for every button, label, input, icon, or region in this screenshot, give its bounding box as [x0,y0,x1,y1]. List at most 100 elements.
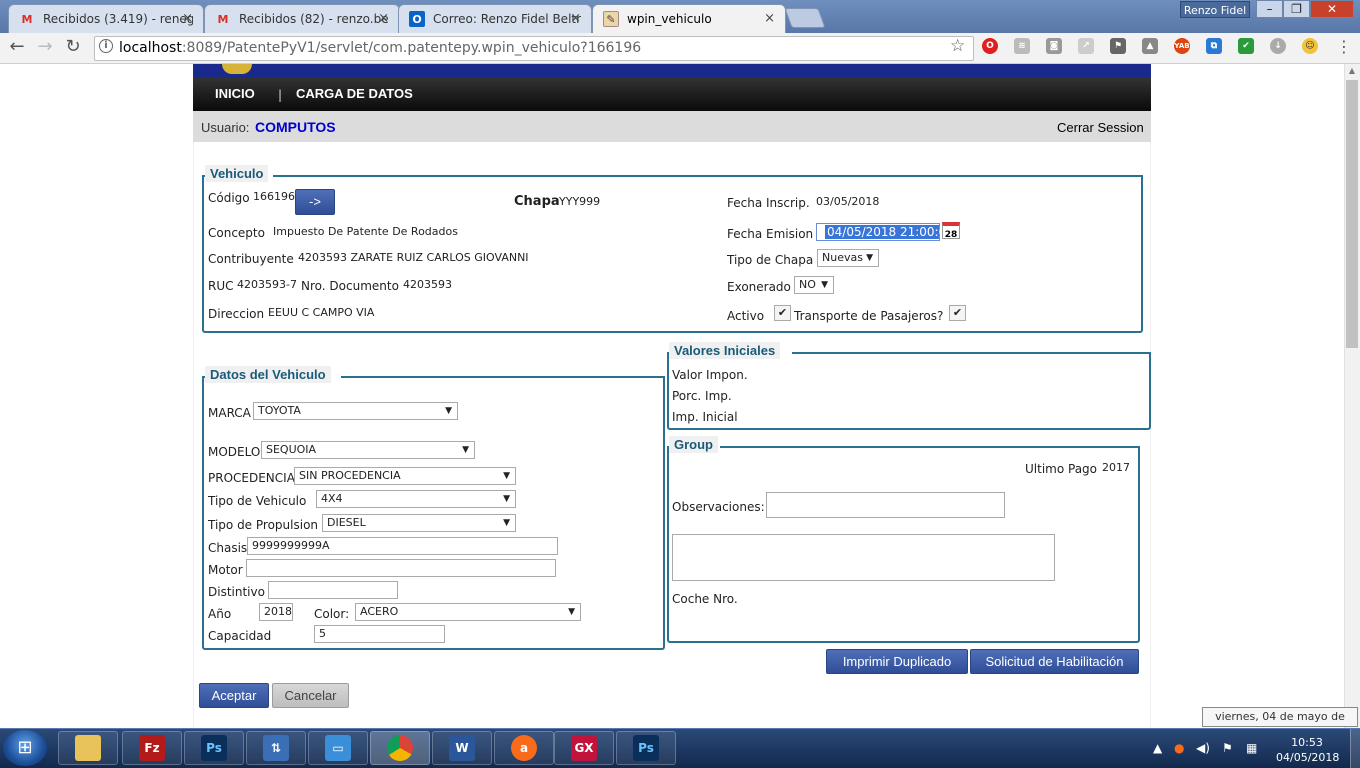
marca-select[interactable]: TOYOTA ▼ [253,402,458,420]
distintivo-input[interactable] [268,581,398,599]
windows-icon: ⊞ [17,737,33,758]
tab-gmail-1[interactable]: M Recibidos (3.419) - reneg × [8,4,204,33]
network-tray-icon[interactable]: ▦ [1246,741,1257,755]
scroll-thumb[interactable] [1346,80,1358,348]
nro-documento-value: 4203593 [403,278,452,291]
info-icon[interactable]: i [99,39,113,53]
close-icon[interactable]: × [570,11,581,26]
external-icon[interactable]: ↗ [1078,38,1094,54]
capacidad-input[interactable]: 5 [314,625,445,643]
profile-button[interactable]: Renzo Fidel [1180,1,1250,18]
porc-imp-label: Porc. Imp. [672,389,732,403]
fieldset-border [273,175,1143,177]
tab-outlook[interactable]: O Correo: Renzo Fidel Beltr × [398,4,592,33]
close-icon[interactable]: × [378,11,389,26]
genexus-icon: GX [571,735,597,761]
fecha-emision-input[interactable]: 04/05/2018 21:00:00 [816,223,954,241]
reload-icon[interactable]: ↻ [62,36,84,58]
address-bar[interactable]: localhost:8089/PatentePyV1/servlet/com.p… [94,36,974,61]
clock[interactable]: 10:53 04/05/2018 [1276,735,1339,765]
chevron-down-icon: ▼ [503,518,510,528]
show-desktop-button[interactable] [1350,729,1360,768]
modelo-select[interactable]: SEQUOIA ▼ [261,441,475,459]
emoji-icon[interactable]: ☺ [1302,38,1318,54]
maximize-button[interactable]: ❐ [1283,0,1310,18]
solicitud-habilitacion-button[interactable]: Solicitud de Habilitación [970,649,1139,674]
shield-icon[interactable]: ✔ [1238,38,1254,54]
close-icon[interactable]: × [182,11,193,26]
flag-icon[interactable]: ⚑ [1222,741,1233,755]
logout-link[interactable]: Cerrar Session [1057,120,1144,135]
date-tooltip: viernes, 04 de mayo de 2018 [1202,707,1358,741]
menu-carga-datos[interactable]: CARGA DE DATOS [296,86,413,101]
capacidad-label: Capacidad [208,629,272,643]
yab-icon[interactable]: YAB [1174,38,1190,54]
tab-label: Recibidos (3.419) - reneg [43,12,193,26]
chevron-down-icon: ▼ [503,471,510,481]
minimize-button[interactable]: – [1256,0,1283,18]
forward-icon[interactable]: → [34,36,56,58]
chapa-value: YYY999 [559,195,601,208]
observaciones-input[interactable] [766,492,1005,518]
chrome-icon [387,735,413,761]
taskbar-photoshop-1[interactable]: Ps [184,731,244,765]
download-icon[interactable]: ↓ [1270,38,1286,54]
avast-icon: a [511,735,537,761]
new-tab-button[interactable] [784,8,826,28]
exonerado-select[interactable]: NO ▼ [794,276,834,294]
taskbar-photoshop-2[interactable]: Ps [616,731,676,765]
menu-inicio[interactable]: INICIO [215,86,255,101]
chasis-label: Chasis [208,541,248,555]
tipo-chapa-select[interactable]: Nuevas ▼ [817,249,879,267]
calendar-icon[interactable]: 28 [942,222,960,240]
back-icon[interactable]: ← [6,36,28,58]
rss-icon[interactable]: ≋ [1014,38,1030,54]
tray-expand-icon[interactable]: ▲ [1153,741,1162,755]
taskbar-explorer[interactable] [58,731,118,765]
window-close-button[interactable]: ✕ [1310,0,1354,18]
close-icon[interactable]: × [764,11,775,26]
chevron-down-icon: ▼ [568,607,575,617]
modelo-label: MODELO [208,445,261,459]
tab-gmail-2[interactable]: M Recibidos (82) - renzo.be × [204,4,400,33]
opera-icon[interactable]: O [982,38,998,54]
volume-icon[interactable]: ◀) [1196,741,1210,755]
motor-input[interactable] [246,559,556,577]
activo-checkbox[interactable]: ✔ [774,305,791,321]
drive-icon[interactable]: ▲ [1142,38,1158,54]
taskbar-chrome[interactable] [370,731,430,765]
transporte-checkbox[interactable]: ✔ [949,305,966,321]
codigo-value: 166196 [253,190,295,203]
tipo-vehiculo-select[interactable]: 4X4 ▼ [316,490,516,508]
camera-icon[interactable]: ◙ [1046,38,1062,54]
flag-icon[interactable]: ⚑ [1110,38,1126,54]
scroll-up-icon[interactable]: ▲ [1344,64,1360,78]
chasis-input[interactable]: 9999999999A [247,537,558,555]
taskbar-word[interactable]: W [432,731,492,765]
anio-input[interactable]: 2018 [259,603,293,621]
taskbar-genexus[interactable]: GX [554,731,614,765]
color-select[interactable]: ACERO ▼ [355,603,581,621]
tab-wpin-vehiculo[interactable]: ✎ wpin_vehiculo × [592,4,786,33]
menu-icon[interactable]: ⋮ [1336,37,1352,56]
valor-impon-label: Valor Impon. [672,368,748,382]
codigo-go-button[interactable]: -> [295,189,335,215]
star-icon[interactable]: ☆ [950,36,965,56]
concepto-value: Impuesto De Patente De Rodados [273,225,458,238]
procedencia-select[interactable]: SIN PROCEDENCIA ▼ [294,467,516,485]
taskbar-filezilla[interactable]: Fz [122,731,182,765]
filezilla-icon: Fz [139,735,165,761]
translate-icon[interactable]: ⧉ [1206,38,1222,54]
taskbar-network[interactable]: ⇅ [246,731,306,765]
user-name: COMPUTOS [255,119,336,135]
aceptar-button[interactable]: Aceptar [199,683,269,708]
chevron-down-icon: ▼ [821,280,828,290]
observaciones-textarea[interactable] [672,534,1055,581]
taskbar-avast[interactable]: a [494,731,554,765]
tray-avast-icon[interactable]: ● [1174,741,1184,755]
cancelar-button[interactable]: Cancelar [272,683,349,708]
start-button[interactable]: ⊞ [3,730,47,766]
imprimir-duplicado-button[interactable]: Imprimir Duplicado [826,649,968,674]
taskbar-remote[interactable]: ▭ [308,731,368,765]
propulsion-select[interactable]: DIESEL ▼ [322,514,516,532]
